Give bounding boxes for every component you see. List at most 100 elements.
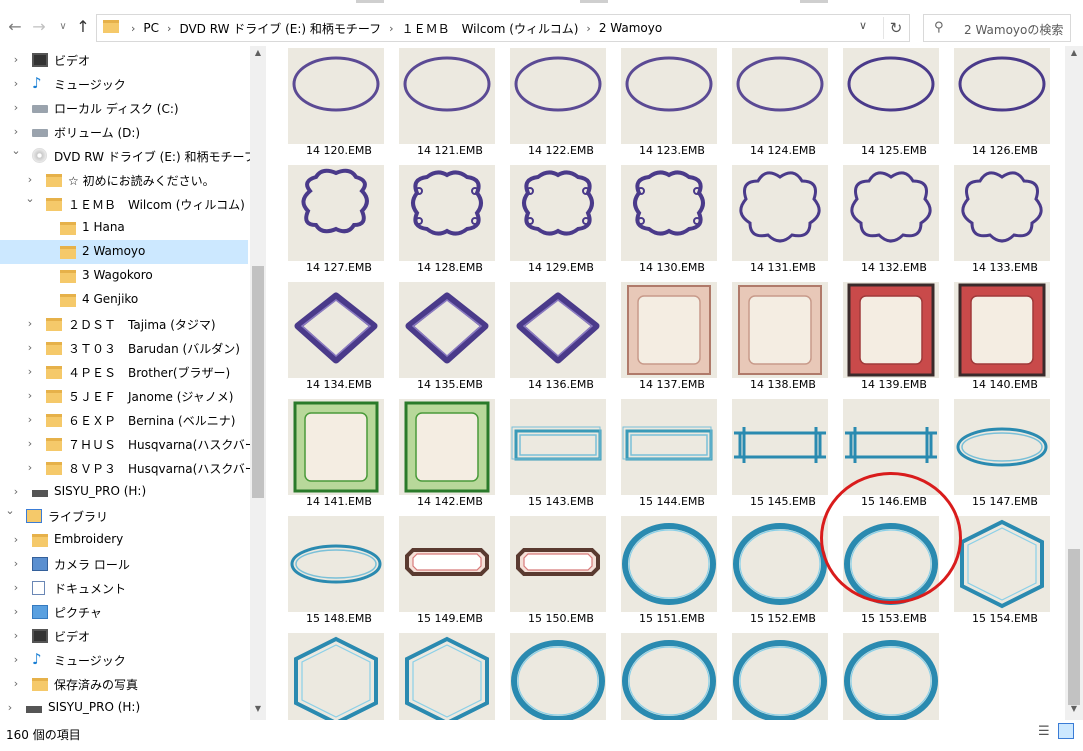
chevron-down-icon[interactable]: ⌄ bbox=[4, 504, 16, 517]
chevron-right-icon[interactable]: › bbox=[10, 77, 22, 90]
file-item[interactable]: 14 124.EMB bbox=[729, 48, 837, 165]
file-item[interactable]: 15 155.EMB bbox=[285, 633, 393, 720]
file-item[interactable]: 14 128.EMB bbox=[396, 165, 504, 282]
arrow-up-icon[interactable]: ↑ bbox=[72, 14, 94, 38]
file-item[interactable]: 15 150.EMB bbox=[507, 516, 615, 633]
refresh-icon[interactable]: ↻ bbox=[883, 17, 908, 39]
chevron-right-icon[interactable]: › bbox=[24, 365, 36, 378]
file-item[interactable]: 14 126.EMB bbox=[951, 48, 1059, 165]
file-item[interactable]: 14 131.EMB bbox=[729, 165, 837, 282]
content-scroll-thumb[interactable] bbox=[1068, 549, 1080, 705]
sidebar-scroll-thumb[interactable] bbox=[252, 266, 264, 498]
file-item[interactable]: 15 151.EMB bbox=[618, 516, 726, 633]
chevron-right-icon[interactable]: › bbox=[10, 101, 22, 114]
arrow-right-icon[interactable]: → bbox=[28, 14, 50, 38]
chevron-down-icon[interactable]: ∨ bbox=[52, 14, 74, 38]
sidebar-item[interactable]: › カメラ ロール bbox=[0, 552, 248, 576]
file-item[interactable]: 14 136.EMB bbox=[507, 282, 615, 399]
scroll-down-icon[interactable]: ▼ bbox=[250, 704, 266, 718]
file-item[interactable]: 14 139.EMB bbox=[840, 282, 948, 399]
file-item[interactable]: 14 138.EMB bbox=[729, 282, 837, 399]
file-item[interactable]: 14 120.EMB bbox=[285, 48, 393, 165]
chevron-right-icon[interactable]: › bbox=[24, 341, 36, 354]
file-item[interactable]: 14 135.EMB bbox=[396, 282, 504, 399]
breadcrumb-item[interactable]: １ＥＭＢ Wilcom (ウィルコム) bbox=[402, 20, 579, 37]
sidebar-item[interactable]: › SISYU_PRO (H:) bbox=[0, 480, 248, 504]
file-item[interactable]: 15 160.EMB bbox=[840, 633, 948, 720]
scroll-up-icon[interactable]: ▲ bbox=[250, 48, 266, 62]
scroll-up-icon[interactable]: ▲ bbox=[1065, 48, 1083, 62]
file-item[interactable]: 15 158.EMB bbox=[618, 633, 726, 720]
sidebar-item[interactable]: › ４ＰＥＳ Brother(ブラザー) bbox=[0, 360, 248, 384]
file-item[interactable]: 14 142.EMB bbox=[396, 399, 504, 516]
chevron-right-icon[interactable]: › bbox=[24, 437, 36, 450]
chevron-right-icon[interactable]: › bbox=[10, 485, 22, 498]
sidebar-item[interactable]: › ローカル ディスク (C:) bbox=[0, 96, 248, 120]
sidebar-item[interactable]: › ８ＶＰ３ Husqvarna(ハスクバーナ) bbox=[0, 456, 250, 480]
file-item[interactable]: 14 132.EMB bbox=[840, 165, 948, 282]
breadcrumb-item[interactable]: DVD RW ドライブ (E:) 和柄モチーフ bbox=[179, 20, 381, 37]
file-item[interactable]: 14 130.EMB bbox=[618, 165, 726, 282]
chevron-right-icon[interactable]: › bbox=[10, 629, 22, 642]
sidebar-item[interactable]: › ６ＥＸＰ Bernina (ベルニナ) bbox=[0, 408, 248, 432]
breadcrumb-separator[interactable]: › bbox=[586, 22, 590, 35]
file-item[interactable]: 15 148.EMB bbox=[285, 516, 393, 633]
chevron-right-icon[interactable]: › bbox=[10, 653, 22, 666]
sidebar-item[interactable]: › ５ＪＥＦ Janome (ジャノメ) bbox=[0, 384, 248, 408]
chevron-right-icon[interactable]: › bbox=[10, 125, 22, 138]
chevron-right-icon[interactable]: › bbox=[10, 605, 22, 618]
breadcrumb-item[interactable]: 2 Wamoyo bbox=[599, 21, 662, 35]
sidebar-item[interactable]: ⌄ DVD RW ドライブ (E:) 和柄モチーフ bbox=[0, 144, 250, 168]
sidebar-item[interactable]: › ビデオ bbox=[0, 48, 248, 72]
sidebar-item[interactable]: › ピクチャ bbox=[0, 600, 248, 624]
sidebar-item[interactable]: › ２ＤＳＴ Tajima (タジマ) bbox=[0, 312, 248, 336]
chevron-down-icon[interactable]: ∨ bbox=[859, 19, 867, 32]
chevron-right-icon[interactable]: › bbox=[10, 581, 22, 594]
chevron-right-icon[interactable]: › bbox=[10, 677, 22, 690]
file-item[interactable]: 15 149.EMB bbox=[396, 516, 504, 633]
file-item[interactable]: 14 123.EMB bbox=[618, 48, 726, 165]
large-icons-view-icon[interactable] bbox=[1058, 723, 1074, 739]
arrow-left-icon[interactable]: ← bbox=[4, 14, 26, 38]
address-bar[interactable]: › PC › DVD RW ドライブ (E:) 和柄モチーフ › １ＥＭＢ Wilcom … bbox=[96, 14, 910, 42]
sidebar-item[interactable]: › ７ＨＵＳ Husqvarna(ハスクバーナ) bbox=[0, 432, 250, 456]
file-item[interactable]: 15 159.EMB bbox=[729, 633, 837, 720]
file-item[interactable]: 15 143.EMB bbox=[507, 399, 615, 516]
chevron-right-icon[interactable]: › bbox=[24, 461, 36, 474]
chevron-right-icon[interactable]: › bbox=[10, 53, 22, 66]
sidebar-item[interactable]: › ☆ 初めにお読みください。 bbox=[0, 168, 248, 192]
file-item[interactable]: 14 134.EMB bbox=[285, 282, 393, 399]
chevron-right-icon[interactable]: › bbox=[4, 701, 16, 714]
file-item[interactable]: 14 121.EMB bbox=[396, 48, 504, 165]
file-item[interactable]: 15 156.EMB bbox=[396, 633, 504, 720]
sidebar-item[interactable]: › ビデオ bbox=[0, 624, 248, 648]
sidebar-item[interactable]: › Embroidery bbox=[0, 528, 248, 552]
file-item[interactable]: 15 154.EMB bbox=[951, 516, 1059, 633]
file-item[interactable]: 14 127.EMB bbox=[285, 165, 393, 282]
sidebar-item[interactable]: 3 Wagokoro bbox=[0, 264, 248, 288]
chevron-right-icon[interactable]: › bbox=[24, 173, 36, 186]
chevron-right-icon[interactable]: › bbox=[24, 413, 36, 426]
chevron-right-icon[interactable]: › bbox=[24, 317, 36, 330]
sidebar-item[interactable]: › 保存済みの写真 bbox=[0, 672, 248, 696]
file-item[interactable]: 14 129.EMB bbox=[507, 165, 615, 282]
chevron-right-icon[interactable]: › bbox=[10, 533, 22, 546]
sidebar-item[interactable]: › SISYU_PRO (H:) bbox=[0, 696, 248, 720]
sidebar-item[interactable]: 4 Genjiko bbox=[0, 288, 248, 312]
file-item[interactable]: 15 157.EMB bbox=[507, 633, 615, 720]
sidebar-item[interactable]: ⌄ ライブラリ bbox=[0, 504, 248, 528]
chevron-down-icon[interactable]: ⌄ bbox=[24, 192, 36, 205]
sidebar-item[interactable]: › ♪ ミュージック bbox=[0, 648, 248, 672]
breadcrumb-item[interactable]: PC bbox=[143, 21, 159, 35]
file-item[interactable]: 14 125.EMB bbox=[840, 48, 948, 165]
file-item[interactable]: 15 147.EMB bbox=[951, 399, 1059, 516]
breadcrumb-separator[interactable]: › bbox=[131, 22, 135, 35]
breadcrumb-separator[interactable]: › bbox=[389, 22, 393, 35]
file-item[interactable]: 14 137.EMB bbox=[618, 282, 726, 399]
scroll-down-icon[interactable]: ▼ bbox=[1065, 704, 1083, 718]
chevron-right-icon[interactable]: › bbox=[10, 557, 22, 570]
search-input[interactable]: ⚲ 2 Wamoyoの検索 bbox=[923, 14, 1071, 42]
chevron-right-icon[interactable]: › bbox=[24, 389, 36, 402]
details-view-icon[interactable]: ☰ bbox=[1038, 724, 1052, 739]
sidebar-item[interactable]: 2 Wamoyo bbox=[0, 240, 248, 264]
